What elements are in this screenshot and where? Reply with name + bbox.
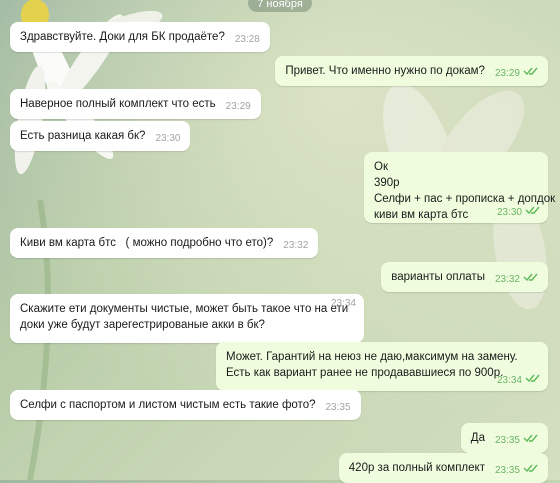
message-time: 23:30 bbox=[496, 207, 522, 218]
message-text: Привет. Что именно нужно по докам? bbox=[285, 65, 485, 77]
message-line: Ок bbox=[374, 161, 388, 173]
message-incoming[interactable]: Наверное полный комплект что есть 23:29 bbox=[10, 89, 261, 119]
message-incoming[interactable]: Киви вм карта бтс ( можно подробно что е… bbox=[10, 228, 319, 258]
message-time: 23:35 bbox=[494, 435, 520, 446]
message-time: 23:35 bbox=[325, 402, 351, 413]
read-check-icon bbox=[525, 207, 540, 215]
message-outgoing[interactable]: Ок 390р Селфи + пас + прописка + допдок … bbox=[364, 152, 555, 223]
message-outgoing[interactable]: варианты оплаты 23:32 bbox=[381, 262, 548, 292]
message-text: Селфи с паспортом и листом чистым есть т… bbox=[20, 399, 316, 411]
message-time: 23:29 bbox=[494, 68, 520, 79]
read-check-icon bbox=[525, 375, 540, 383]
read-check-icon bbox=[523, 274, 538, 282]
message-text: Да bbox=[470, 432, 485, 444]
message-incoming[interactable]: Есть разница какая бк? 23:30 bbox=[10, 121, 191, 151]
message-text: варианты оплаты bbox=[391, 271, 485, 283]
message-line: доки уже будут зарегестрированые акки в … bbox=[20, 319, 265, 331]
read-check-icon bbox=[523, 435, 538, 443]
message-text: Есть разница какая бк? bbox=[20, 130, 146, 142]
message-text: Наверное полный комплект что есть bbox=[20, 98, 216, 110]
message-text: 420р за полный комплект bbox=[348, 462, 485, 474]
message-time: 23:29 bbox=[225, 101, 251, 112]
message-time: 23:34 bbox=[496, 375, 522, 386]
message-incoming[interactable]: Здравствуйте. Доки для БК продаёте? 23:28 bbox=[10, 22, 270, 52]
read-check-icon bbox=[523, 68, 538, 76]
message-time: 23:30 bbox=[155, 133, 181, 144]
date-separator: 7 ноября bbox=[248, 0, 312, 12]
message-line: Может. Гарантий на неюз не даю,максимум … bbox=[226, 351, 518, 363]
message-outgoing[interactable]: Привет. Что именно нужно по докам? 23:29 bbox=[275, 56, 548, 86]
read-check-icon bbox=[523, 465, 538, 473]
message-time: 23:34 bbox=[330, 298, 356, 309]
message-text: Киви вм карта бтс ( можно подробно что е… bbox=[20, 237, 274, 249]
message-time: 23:32 bbox=[283, 240, 309, 251]
message-time: 23:28 bbox=[234, 34, 260, 45]
message-incoming[interactable]: Скажите ети документы чистые, может быть… bbox=[10, 294, 364, 343]
message-time: 23:35 bbox=[494, 465, 520, 476]
message-line: Скажите ети документы чистые, может быть… bbox=[20, 303, 349, 315]
message-outgoing[interactable]: Да 23:35 bbox=[460, 423, 548, 453]
message-incoming[interactable]: Селфи с паспортом и листом чистым есть т… bbox=[10, 390, 361, 420]
message-text: Здравствуйте. Доки для БК продаёте? bbox=[20, 31, 225, 43]
message-outgoing[interactable]: Может. Гарантий на неюз не даю,максимум … bbox=[216, 342, 548, 391]
message-time: 23:32 bbox=[494, 274, 520, 285]
message-line: 390р bbox=[374, 177, 400, 189]
message-outgoing[interactable]: 420р за полный комплект 23:35 bbox=[338, 453, 548, 483]
